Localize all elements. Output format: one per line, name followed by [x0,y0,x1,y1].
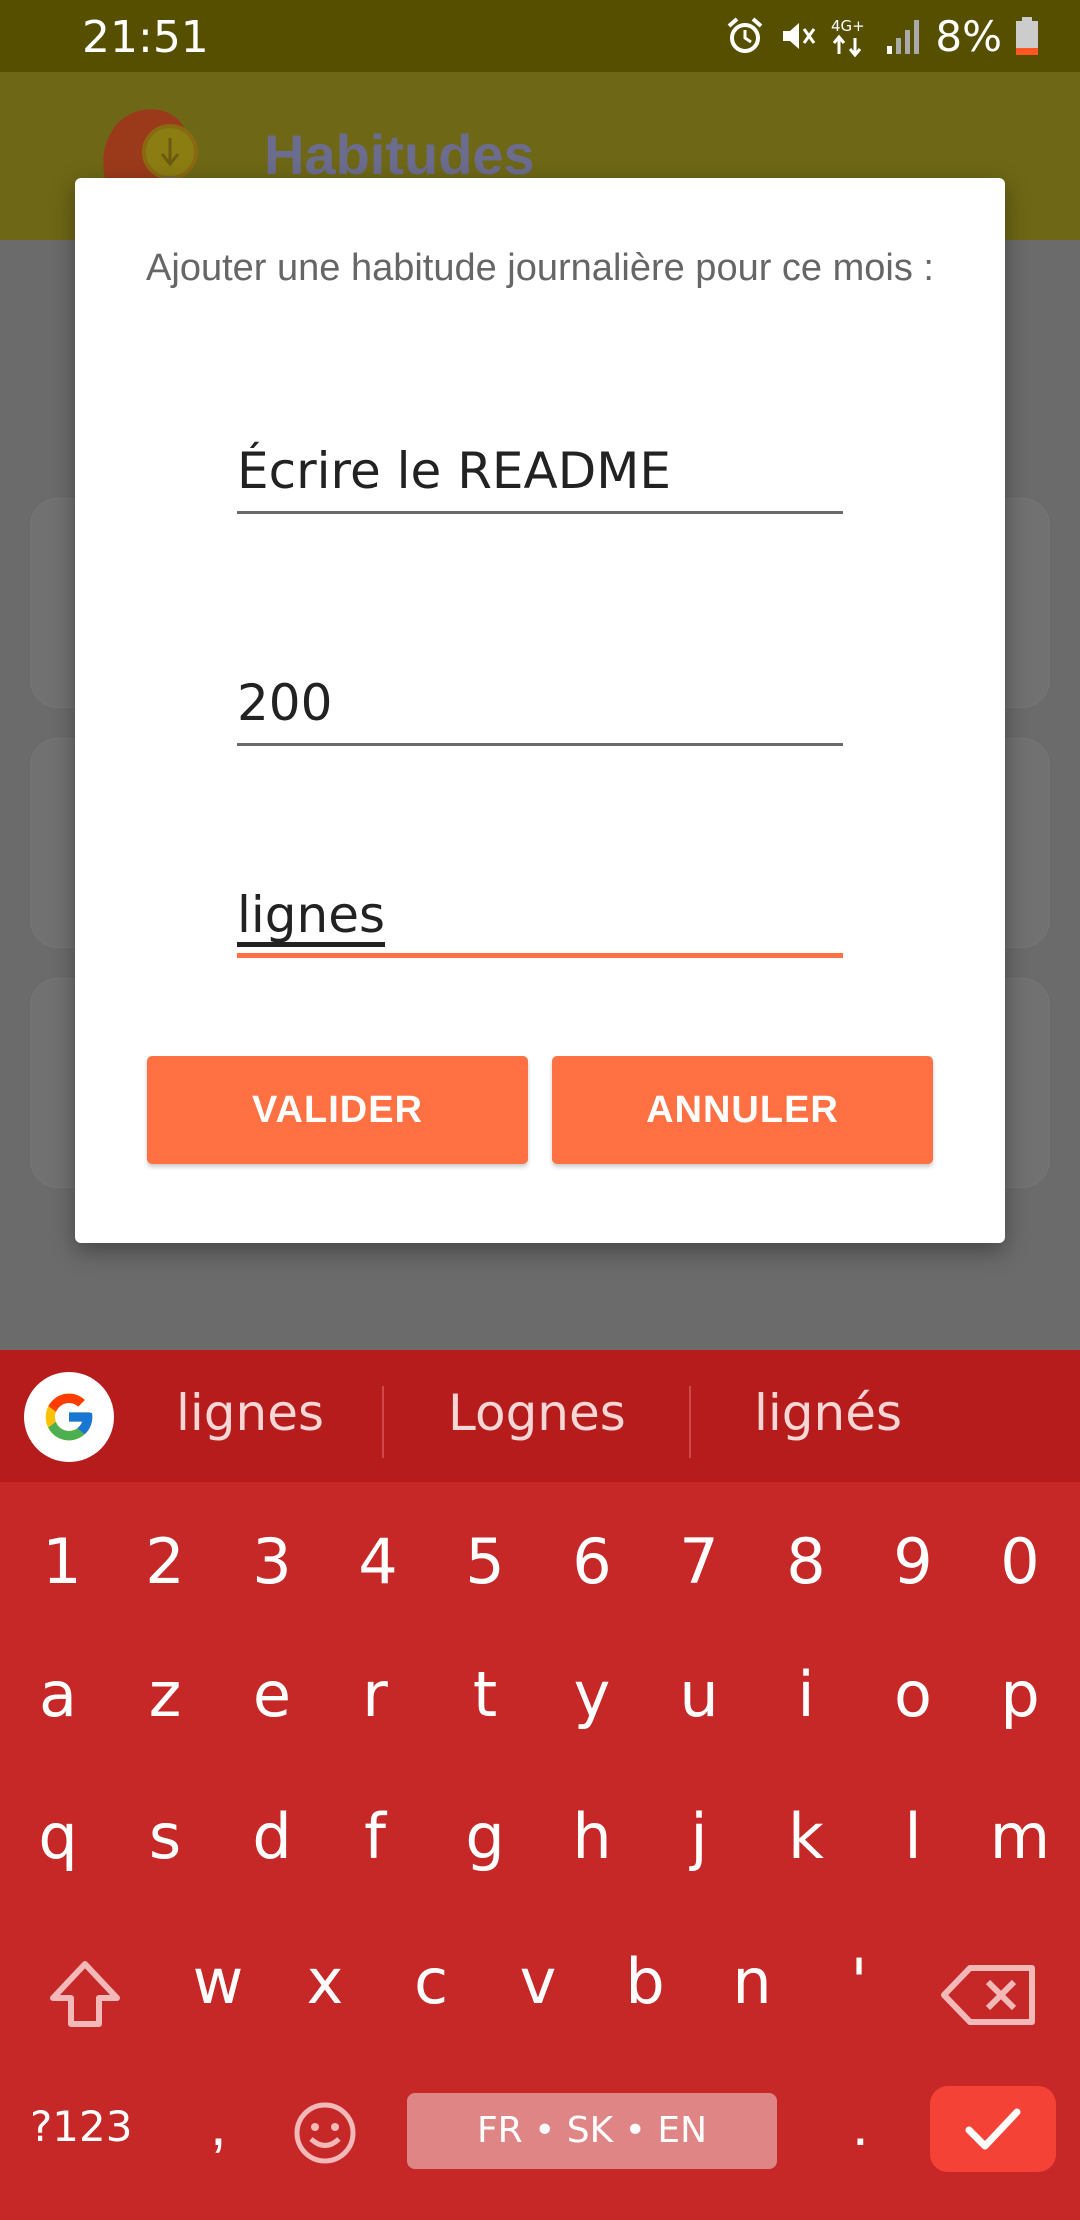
key-w[interactable]: w [168,1945,268,2018]
checkmark-icon [965,2108,1021,2150]
key-5[interactable]: 5 [435,1525,535,1598]
key-e[interactable]: e [222,1658,322,1731]
keyboard: lignes Lognes lignés 1 2 3 4 5 6 7 8 9 0… [0,1350,1080,2220]
valider-button[interactable]: VALIDER [147,1056,528,1164]
symbols-key[interactable]: ?123 [30,2102,132,2151]
add-habit-dialog: Ajouter une habitude journalière pour ce… [75,178,1005,1243]
key-k[interactable]: k [756,1800,856,1873]
suggestion-divider [382,1386,384,1458]
key-7[interactable]: 7 [649,1525,749,1598]
key-n[interactable]: n [702,1945,802,2018]
key-3[interactable]: 3 [222,1525,322,1598]
alarm-icon [728,17,763,53]
key-a[interactable]: a [8,1658,108,1731]
status-icons: 4G+ 8% [725,11,1040,61]
key-t[interactable]: t [435,1658,535,1731]
key-8[interactable]: 8 [756,1525,856,1598]
battery-percent: 8% [935,11,1002,61]
period-key[interactable]: . [852,2090,869,2159]
dialog-message: Ajouter une habitude journalière pour ce… [146,247,934,289]
habit-unit-field[interactable]: lignes [237,868,843,958]
key-l[interactable]: l [863,1800,963,1873]
key-q[interactable]: q [8,1800,108,1873]
key-d[interactable]: d [222,1800,322,1873]
key-apostrophe[interactable]: ' [809,1945,909,2018]
key-b[interactable]: b [595,1945,695,2018]
battery-icon [1016,17,1038,55]
key-j[interactable]: j [649,1800,749,1873]
key-0[interactable]: 0 [970,1525,1070,1598]
field-underline [237,511,843,514]
key-i[interactable]: i [756,1658,856,1731]
key-1[interactable]: 1 [12,1525,112,1598]
key-9[interactable]: 9 [863,1525,963,1598]
shift-key-icon[interactable] [25,1950,145,2040]
status-time: 21:51 [82,12,209,63]
suggestion-1[interactable]: lignes [176,1384,324,1442]
key-h[interactable]: h [542,1800,642,1873]
suggestion-2[interactable]: Lognes [448,1384,626,1442]
signal-icon [887,20,920,54]
key-c[interactable]: c [381,1945,481,2018]
key-6[interactable]: 6 [542,1525,642,1598]
key-z[interactable]: z [115,1658,215,1731]
enter-key[interactable] [930,2086,1056,2172]
network-label: 4G+ [831,17,865,35]
emoji-key-icon[interactable] [292,2100,358,2166]
field-underline-active [237,953,843,958]
key-4[interactable]: 4 [328,1525,428,1598]
habit-name-field[interactable]: Écrire le README [237,430,843,514]
key-r[interactable]: r [325,1658,425,1731]
habit-unit-value: lignes [237,886,386,944]
key-u[interactable]: u [649,1658,749,1731]
mute-icon [783,23,816,49]
key-p[interactable]: p [970,1658,1070,1731]
key-2[interactable]: 2 [115,1525,215,1598]
habit-name-value: Écrire le README [237,442,671,500]
key-o[interactable]: o [863,1658,963,1731]
annuler-button[interactable]: ANNULER [552,1056,933,1164]
network-4g-icon: 4G+ [831,17,865,58]
key-m[interactable]: m [970,1800,1070,1873]
key-s[interactable]: s [115,1800,215,1873]
habit-target-field[interactable]: 200 [237,658,843,746]
google-g-icon[interactable] [24,1372,114,1462]
backspace-key-icon[interactable] [932,1950,1052,2040]
key-f[interactable]: f [325,1800,425,1873]
suggestion-3[interactable]: lignés [754,1384,902,1442]
suggestion-bar: lignes Lognes lignés [0,1350,1080,1482]
comma-key[interactable]: , [210,2090,227,2159]
key-y[interactable]: y [542,1658,642,1731]
space-key[interactable]: FR • SK • EN [407,2093,777,2169]
key-v[interactable]: v [488,1945,588,2018]
key-g[interactable]: g [435,1800,535,1873]
key-x[interactable]: x [275,1945,375,2018]
habit-target-value: 200 [237,674,333,732]
field-underline [237,743,843,746]
suggestion-divider [689,1386,691,1458]
status-bar: 21:51 4G+ 8% [0,0,1080,72]
